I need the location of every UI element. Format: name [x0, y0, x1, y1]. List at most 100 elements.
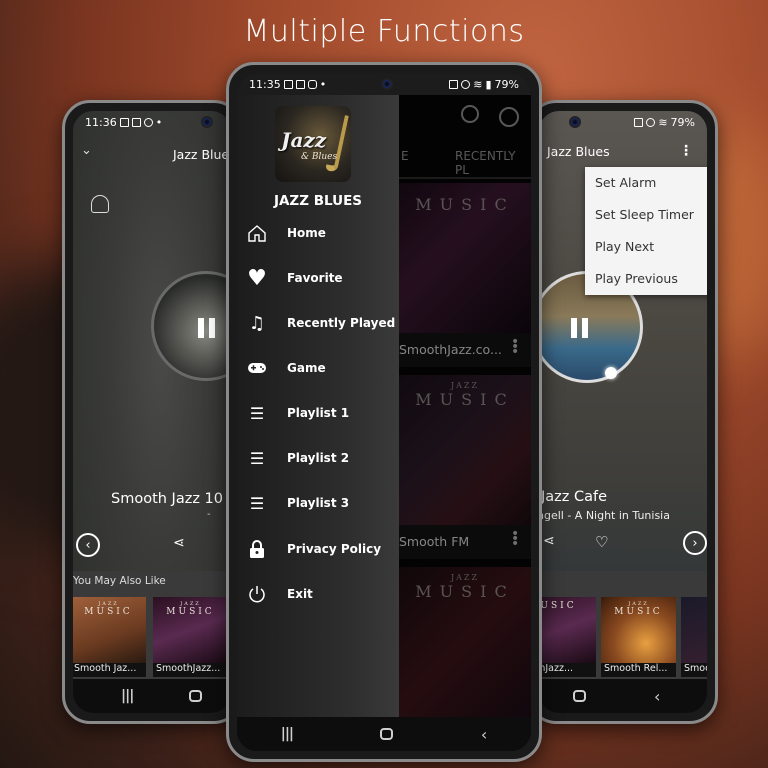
drawer-item-label: Playlist 2 [287, 451, 350, 465]
dot-icon: • [319, 77, 327, 91]
overflow-menu: Set Alarm Set Sleep Timer Play Next Play… [585, 167, 707, 295]
drawer-item-exit[interactable]: Exit [237, 578, 399, 610]
suggestion-caption: Smooth Rel... [601, 663, 676, 677]
suggestion-caption: Smooth Jaz... [73, 663, 146, 677]
track-subtitle: ngell - A Night in Tunisia [539, 509, 670, 522]
art-title: MUSIC [614, 607, 663, 617]
logo-subtext: & Blues [301, 152, 338, 162]
lock-icon [449, 79, 459, 89]
headline: Multiple Functions [243, 14, 525, 49]
status-bar: 11:36 • [73, 111, 231, 133]
drawer-item-favorite[interactable]: ♥ Favorite [237, 262, 399, 294]
chevron-down-icon[interactable]: ⌄ [81, 143, 92, 158]
suggestion-card[interactable]: USIC oothJazz... [539, 597, 596, 677]
art-title: USIC [540, 601, 577, 611]
notification-icon [283, 79, 293, 89]
gamepad-icon [245, 356, 269, 380]
lock-icon [245, 537, 269, 561]
drawer-item-game[interactable]: Game [237, 352, 399, 384]
drawer-screen: 11:35 • ≋ ▮ 79% E RECENTLY PL MUSIC Smoo… [237, 73, 531, 751]
screen-title: Jazz Blue [173, 147, 230, 162]
wifi-icon: ≋ [473, 77, 483, 91]
app-logo: Jazz & Blues [275, 106, 351, 182]
back-button[interactable]: ‹ [481, 725, 487, 744]
share-icon[interactable]: ⋖ [543, 533, 555, 549]
player-screen: 11:36 • ⌄ Jazz Blue Smooth Jazz 10 - ‹ ⋖… [73, 111, 231, 713]
drawer-item-playlist-2[interactable]: ☰ Playlist 2 [237, 442, 399, 474]
recents-button[interactable]: ||| [121, 688, 134, 704]
suggestion-card[interactable]: JAZZ MUSIC Smooth Jaz... [73, 597, 146, 677]
gallery-icon [295, 79, 305, 89]
art-title: MUSIC [166, 607, 215, 617]
art-title: MUSIC [84, 607, 133, 617]
pause-button[interactable] [571, 318, 588, 338]
suggestion-art: JAZZ MUSIC [601, 597, 676, 663]
pause-button[interactable] [198, 318, 215, 338]
drawer-item-label: Playlist 3 [287, 496, 350, 510]
drawer-item-privacy-policy[interactable]: Privacy Policy [237, 533, 399, 565]
drawer-item-playlist-1[interactable]: ☰ Playlist 1 [237, 397, 399, 429]
track-title: Jazz Cafe [541, 489, 608, 505]
alarm-icon [646, 117, 656, 127]
drawer-item-label: Playlist 1 [287, 406, 350, 420]
screen-title: Jazz Blues [547, 144, 610, 159]
track-title: Smooth Jazz 10 [111, 491, 223, 507]
back-button[interactable]: ‹ [654, 687, 660, 706]
power-icon [245, 582, 269, 606]
suggestion-card[interactable]: JAZZ MUSIC Smooth Rel... [601, 597, 676, 677]
share-icon[interactable]: ⋖ [173, 535, 185, 551]
battery-level: 79% [670, 115, 695, 129]
app-name: JAZZ BLUES [273, 193, 363, 209]
suggestions-header: You May Also Like [73, 575, 166, 587]
scrim [399, 95, 531, 717]
seek-handle[interactable] [605, 367, 617, 379]
track-subtitle: - [207, 509, 211, 520]
home-icon [245, 221, 269, 245]
home-button[interactable] [189, 690, 203, 702]
instagram-icon [307, 79, 317, 89]
suggestion-card[interactable]: JAZZ MUSIC SmoothJazz... [153, 597, 228, 677]
alarm-icon [461, 79, 471, 89]
playlist-icon: ☰ [249, 493, 265, 513]
suggestions-panel: You May Also Like JAZZ MUSIC Smooth Jaz..… [73, 571, 231, 679]
suggestion-card[interactable]: MU Smoo [681, 597, 707, 677]
drawer-item-label: Recently Played [287, 316, 396, 330]
playlist-icon: ☰ [249, 448, 265, 468]
drawer-item-label: Favorite [287, 271, 343, 285]
right-phone: ≋ 79% Jazz Blues ⋮ Set Alarm Set Sleep T… [528, 100, 718, 724]
drawer-item-recently-played[interactable]: ♫ Recently Played [237, 307, 399, 339]
logo-text: Jazz [281, 128, 327, 152]
playlist-icon: ☰ [249, 403, 265, 423]
menu-item-set-alarm[interactable]: Set Alarm [585, 167, 707, 199]
bell-icon[interactable] [91, 195, 109, 213]
recents-button[interactable]: ||| [281, 726, 294, 742]
heart-icon[interactable]: ♡ [595, 533, 608, 551]
navigation-drawer: Jazz & Blues JAZZ BLUES Home ♥ Favorite … [237, 95, 399, 717]
center-phone: 11:35 • ≋ ▮ 79% E RECENTLY PL MUSIC Smoo… [226, 62, 542, 762]
system-nav-bar: ‹ [539, 679, 707, 713]
drawer-item-home[interactable]: Home [237, 217, 399, 249]
suggestion-art: JAZZ MUSIC [153, 597, 228, 663]
more-vertical-icon[interactable]: ⋮ [679, 143, 693, 159]
home-button[interactable] [573, 690, 586, 702]
whatsapp-icon [143, 117, 153, 127]
previous-button[interactable]: ‹ [76, 533, 100, 557]
menu-item-play-previous[interactable]: Play Previous [585, 263, 707, 295]
menu-item-play-next[interactable]: Play Next [585, 231, 707, 263]
camera-hole [381, 78, 393, 90]
suggestion-caption: SmoothJazz... [153, 663, 228, 677]
suggestion-caption: oothJazz... [539, 663, 596, 677]
suggestions-panel: USIC oothJazz... JAZZMUSIC Smooth Rel...… [539, 571, 707, 679]
music-note-icon: ♫ [248, 312, 266, 334]
lock-icon [634, 117, 644, 127]
system-nav-bar: ||| ‹ [237, 717, 531, 751]
album-art [151, 271, 231, 381]
menu-item-set-sleep-timer[interactable]: Set Sleep Timer [585, 199, 707, 231]
drawer-item-label: Exit [287, 587, 313, 601]
next-button[interactable]: › [683, 531, 707, 555]
home-button[interactable] [380, 728, 394, 740]
heart-icon: ♥ [247, 265, 267, 291]
drawer-item-playlist-3[interactable]: ☰ Playlist 3 [237, 487, 399, 519]
suggestion-art: MU [681, 597, 707, 663]
notification-icon [119, 117, 129, 127]
